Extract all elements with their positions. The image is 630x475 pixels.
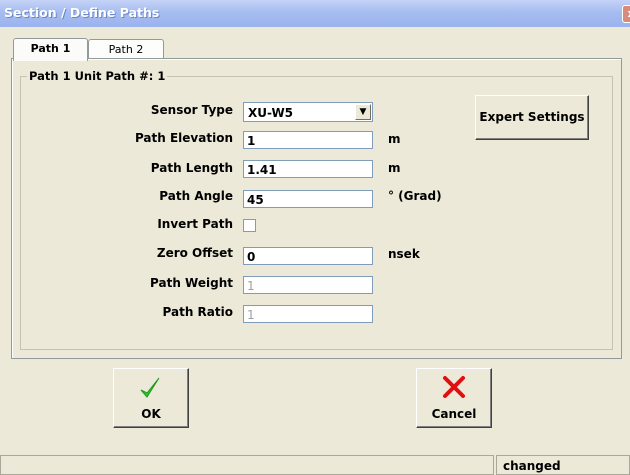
expert-settings-label: Expert Settings <box>479 110 585 124</box>
path-elevation-label: Path Elevation <box>134 131 233 145</box>
path-angle-label: Path Angle <box>159 189 233 203</box>
path-elevation-input[interactable]: 1 <box>243 131 373 149</box>
title-bar[interactable]: Section / Define Paths x <box>0 0 630 27</box>
invert-path-checkbox[interactable] <box>243 219 256 232</box>
group-label: Path 1 Unit Path #: 1 <box>27 69 168 83</box>
path-weight-label: Path Weight <box>150 276 233 290</box>
x-icon <box>443 376 465 398</box>
sensor-type-value: XU-W5 <box>248 106 294 120</box>
invert-path-label: Invert Path <box>157 217 233 231</box>
status-cell-main <box>0 455 494 475</box>
status-text: changed <box>503 459 561 473</box>
tab-label: Path 2 <box>108 43 144 56</box>
path-angle-value: 45 <box>247 193 264 207</box>
path-length-label: Path Length <box>150 161 233 175</box>
zero-offset-input[interactable]: 0 <box>243 247 373 265</box>
status-cell-state: changed <box>496 455 630 475</box>
window-title: Section / Define Paths <box>4 5 160 20</box>
checkmark-icon <box>140 377 160 398</box>
cancel-button[interactable]: Cancel <box>416 368 492 428</box>
zero-offset-label: Zero Offset <box>156 246 233 260</box>
path-elevation-unit: m <box>388 132 401 146</box>
zero-offset-value: 0 <box>247 250 256 264</box>
ok-label: OK <box>141 407 161 421</box>
ok-button[interactable]: OK <box>113 368 189 428</box>
path-weight-value: 1 <box>247 279 255 293</box>
sensor-type-select[interactable]: XU-W5 ▼ <box>243 102 373 122</box>
path-angle-input[interactable]: 45 <box>243 190 373 208</box>
path-length-value: 1.41 <box>247 163 277 177</box>
expert-settings-button[interactable]: Expert Settings <box>475 95 589 140</box>
status-bar: changed <box>0 455 630 475</box>
path-ratio-label: Path Ratio <box>162 305 233 319</box>
path-ratio-value: 1 <box>247 308 255 322</box>
tab-label: Path 1 <box>30 42 71 55</box>
chevron-down-icon: ▼ <box>359 107 367 117</box>
close-button[interactable]: x <box>622 5 630 23</box>
path-elevation-value: 1 <box>247 134 256 148</box>
tab-path-1[interactable]: Path 1 <box>13 38 88 61</box>
tab-path-2[interactable]: Path 2 <box>88 39 164 60</box>
path-length-input[interactable]: 1.41 <box>243 160 373 178</box>
path-length-unit: m <box>388 161 401 175</box>
path-angle-unit: ° (Grad) <box>388 189 442 203</box>
path-weight-input: 1 <box>243 276 373 294</box>
cancel-label: Cancel <box>431 407 477 421</box>
path-ratio-input: 1 <box>243 305 373 323</box>
dropdown-arrow-button[interactable]: ▼ <box>355 104 371 120</box>
zero-offset-unit: nsek <box>388 247 420 261</box>
sensor-type-label: Sensor Type <box>150 103 233 117</box>
